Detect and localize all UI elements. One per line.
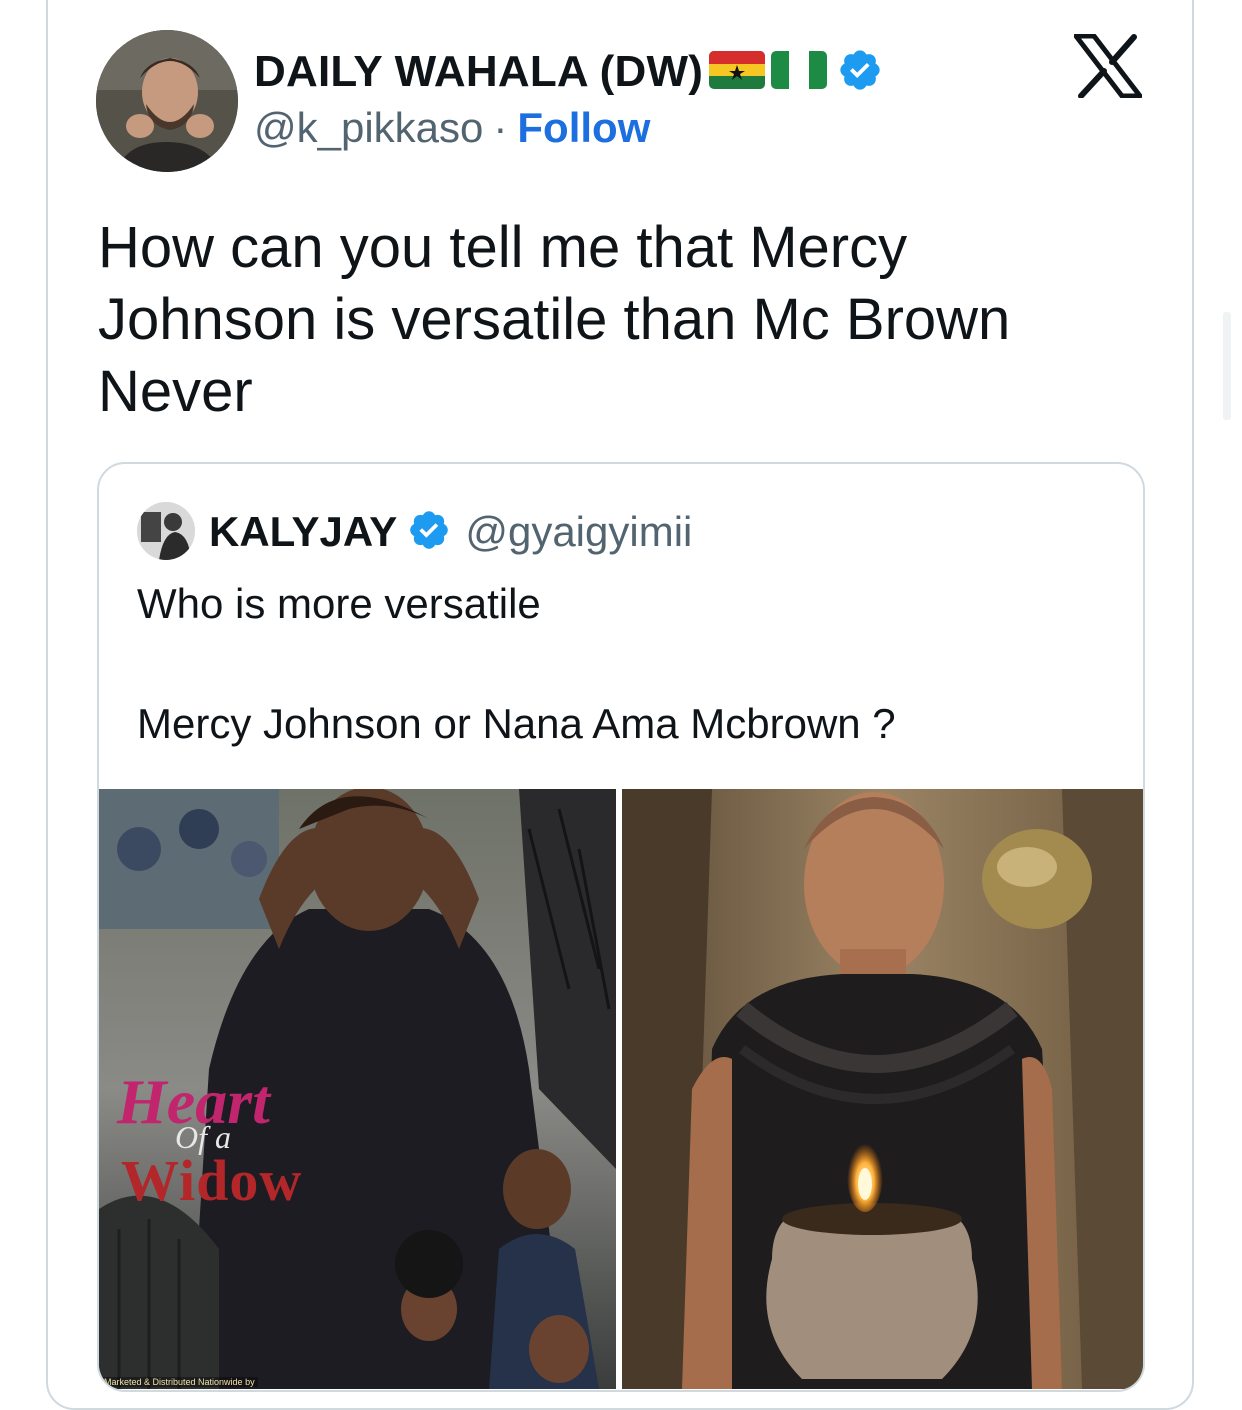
- author-handle[interactable]: @k_pikkaso: [254, 104, 483, 152]
- verified-badge-icon: [407, 508, 451, 557]
- photo-image: [622, 789, 1143, 1389]
- x-logo-icon[interactable]: [1073, 33, 1143, 99]
- author-header: DAILY WAHALA (DW): [254, 44, 883, 100]
- tweet-text: How can you tell me that Mercy Johnson i…: [98, 212, 1138, 428]
- poster-title-widow: Widow: [121, 1148, 303, 1213]
- avatar-photo: [96, 30, 238, 172]
- avatar[interactable]: [96, 30, 238, 172]
- quoted-text-line: Mercy Johnson or Nana Ama Mcbrown ?: [137, 700, 896, 747]
- quoted-author-header: KALYJAY @gyaigyimii: [209, 502, 692, 562]
- nigeria-flag-icon: [771, 50, 828, 94]
- poster-credit: Marketed & Distributed Nationwide by: [101, 1377, 258, 1387]
- quoted-text: Who is more versatile Mercy Johnson or N…: [137, 574, 1117, 754]
- scroll-indicator: [1223, 312, 1231, 420]
- handle-separator: ·: [493, 104, 508, 151]
- author-display-name[interactable]: DAILY WAHALA (DW): [254, 47, 703, 97]
- quoted-display-name[interactable]: KALYJAY: [209, 508, 397, 556]
- follow-button[interactable]: Follow: [517, 104, 650, 152]
- quoted-media: Heart Of a Widow Marketed & Distributed …: [99, 789, 1143, 1389]
- quoted-text-line: Who is more versatile: [137, 580, 541, 627]
- tweet-text-line: Never: [98, 359, 253, 424]
- author-handle-row: @k_pikkaso · Follow: [254, 104, 650, 152]
- tweet-text-line: Johnson is versatile than Mc Brown: [98, 287, 1011, 352]
- ghana-flag-icon: [709, 50, 766, 94]
- quoted-avatar-photo: [137, 502, 195, 560]
- media-image-left[interactable]: Heart Of a Widow Marketed & Distributed …: [99, 789, 616, 1389]
- tweet-text-line: How can you tell me that Mercy: [98, 215, 908, 280]
- quoted-handle[interactable]: @gyaigyimii: [465, 508, 692, 556]
- quoted-avatar[interactable]: [137, 502, 195, 560]
- quoted-tweet[interactable]: KALYJAY @gyaigyimii Who is more versatil…: [97, 462, 1145, 1392]
- media-image-right[interactable]: [622, 789, 1143, 1389]
- verified-badge-icon: [837, 47, 883, 98]
